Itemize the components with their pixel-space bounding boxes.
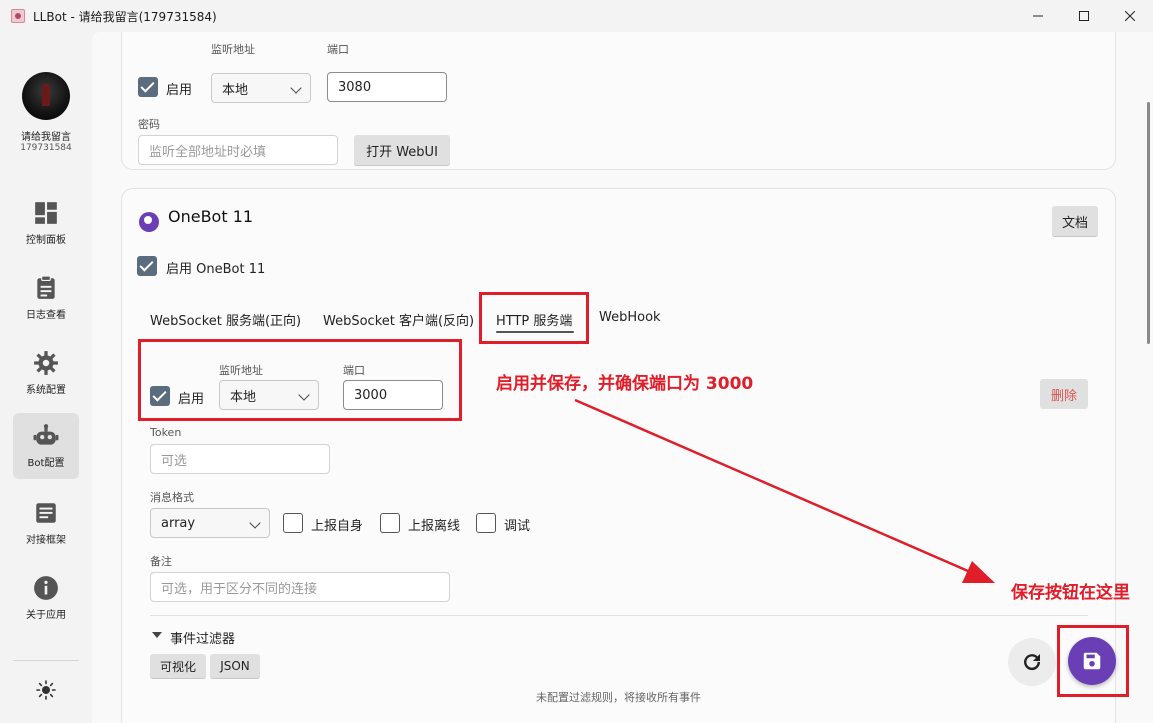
annotation-step-text: 启用并保存，并确保端口为 3000 <box>496 374 754 394</box>
webui-port-input[interactable]: 3080 <box>327 72 447 102</box>
listen-address-label: 监听地址 <box>211 43 255 56</box>
debug-label: 调试 <box>504 519 531 534</box>
report-self-checkbox[interactable] <box>283 513 303 533</box>
message-format-label: 消息格式 <box>150 491 194 504</box>
gear-icon <box>34 351 58 375</box>
scrollbar[interactable] <box>1147 102 1150 344</box>
sidebar-item-label: Bot配置 <box>27 458 65 469</box>
maximize-button[interactable] <box>1061 0 1107 32</box>
close-button[interactable] <box>1107 0 1153 32</box>
info-icon <box>34 576 58 600</box>
sidebar-item-bot-config[interactable]: Bot配置 <box>13 413 79 479</box>
collapse-triangle-icon[interactable] <box>152 632 162 638</box>
json-mode-button[interactable]: JSON <box>210 654 260 678</box>
sidebar-divider <box>13 660 79 661</box>
token-input[interactable]: 可选 <box>150 444 330 474</box>
sidebar-item-dashboard[interactable]: 控制面板 <box>13 190 79 256</box>
report-offline-checkbox[interactable] <box>380 513 400 533</box>
report-self-label: 上报自身 <box>311 519 364 534</box>
sidebar-item-label: 控制面板 <box>26 235 66 246</box>
sidebar: 请给我留言 179731584 控制面板 日志查看 系统配置 Bot配置 对接框… <box>0 32 92 723</box>
select-value: 本地 <box>222 82 249 98</box>
clipboard-icon <box>37 275 55 299</box>
chevron-down-icon <box>290 82 302 94</box>
refresh-icon <box>1024 654 1041 671</box>
onebot11-card: OneBot 11 文档 启用 OneBot 11 WebSocket 服务端(… <box>121 188 1116 723</box>
note-input[interactable]: 可选，用于区分不同的连接 <box>150 572 450 602</box>
window-controls <box>1015 0 1153 32</box>
webui-enable-checkbox[interactable] <box>138 77 158 97</box>
close-icon <box>1125 11 1135 21</box>
docs-button[interactable]: 文档 <box>1052 206 1098 236</box>
refresh-button[interactable] <box>1008 638 1056 686</box>
annotation-box-http-tab <box>479 292 589 344</box>
onebot-enable-checkbox[interactable] <box>137 256 157 276</box>
sidebar-item-label: 对接框架 <box>26 535 66 546</box>
annotation-save-text: 保存按钮在这里 <box>1011 583 1130 603</box>
avatar[interactable] <box>22 72 70 120</box>
select-value: array <box>161 515 196 531</box>
robot-icon <box>33 424 59 445</box>
tab-ws-client[interactable]: WebSocket 客户端(反向) <box>323 310 474 329</box>
webui-listen-select[interactable]: 本地 <box>211 73 311 103</box>
title-bar: LLBot - 请给我留言(179731584) <box>0 0 1153 32</box>
password-label: 密码 <box>138 118 160 131</box>
sun-icon <box>36 680 56 700</box>
port-label: 端口 <box>327 43 349 56</box>
message-format-select[interactable]: array <box>150 508 270 538</box>
minimize-icon <box>1033 15 1043 17</box>
onebot-logo-icon <box>139 212 159 232</box>
input-placeholder: 监听全部地址时必填 <box>149 144 267 160</box>
delete-button[interactable]: 删除 <box>1040 379 1088 409</box>
sidebar-item-integration[interactable]: 对接框架 <box>13 490 79 556</box>
minimize-button[interactable] <box>1015 0 1061 32</box>
input-placeholder: 可选，用于区分不同的连接 <box>161 581 318 597</box>
token-label: Token <box>150 426 182 439</box>
report-offline-label: 上报离线 <box>408 519 461 534</box>
user-id: 179731584 <box>20 143 72 153</box>
chevron-down-icon <box>249 517 261 529</box>
sidebar-item-logs[interactable]: 日志查看 <box>13 265 79 331</box>
sidebar-item-label: 关于应用 <box>26 610 66 621</box>
debug-checkbox[interactable] <box>476 513 496 533</box>
sidebar-item-system-config[interactable]: 系统配置 <box>13 340 79 406</box>
sidebar-item-label: 系统配置 <box>26 385 66 396</box>
window-title: LLBot - 请给我留言(179731584) <box>33 9 217 24</box>
annotation-box-save-button <box>1057 625 1129 697</box>
sidebar-item-about[interactable]: 关于应用 <box>13 565 79 631</box>
event-filter-title[interactable]: 事件过滤器 <box>170 628 235 647</box>
webui-card: 监听地址 端口 启用 本地 3080 密码 监听全部地址时必填 打开 WebUI <box>121 32 1116 170</box>
visual-mode-button[interactable]: 可视化 <box>150 654 206 678</box>
open-webui-button[interactable]: 打开 WebUI <box>354 135 450 165</box>
user-name: 请给我留言 <box>21 132 71 143</box>
annotation-box-http-enable <box>138 339 462 421</box>
dashboard-icon <box>35 202 57 224</box>
divider <box>150 615 1088 616</box>
maximize-icon <box>1079 11 1089 21</box>
password-input[interactable]: 监听全部地址时必填 <box>138 135 338 165</box>
document-icon <box>36 503 56 523</box>
card-title: OneBot 11 <box>168 207 254 226</box>
input-placeholder: 可选 <box>161 453 188 469</box>
sidebar-item-label: 日志查看 <box>26 310 66 321</box>
input-value: 3080 <box>338 79 372 95</box>
tab-webhook[interactable]: WebHook <box>599 310 661 325</box>
theme-toggle-button[interactable] <box>36 680 56 700</box>
filter-hint: 未配置过滤规则，将接收所有事件 <box>536 691 701 704</box>
note-label: 备注 <box>150 555 172 568</box>
app-logo-icon <box>11 9 25 23</box>
webui-enable-label: 启用 <box>166 83 193 98</box>
onebot-enable-label: 启用 OneBot 11 <box>166 262 266 277</box>
tab-ws-server[interactable]: WebSocket 服务端(正向) <box>150 310 301 329</box>
